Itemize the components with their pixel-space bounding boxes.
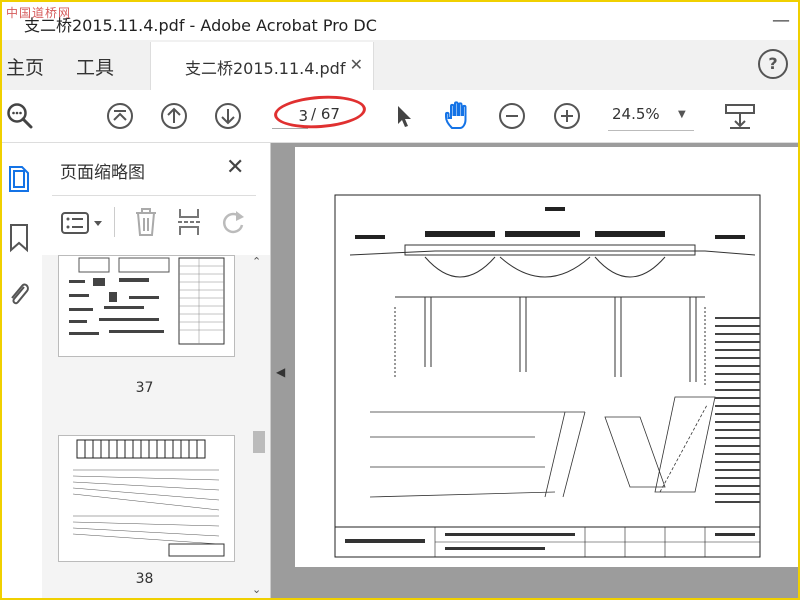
chevron-down-icon[interactable]: ▼ xyxy=(678,109,686,120)
zoom-in-icon[interactable] xyxy=(553,102,581,130)
hand-tool-icon[interactable] xyxy=(442,100,474,132)
thumbnail-page-38[interactable] xyxy=(58,435,235,562)
page-preview xyxy=(69,257,225,345)
navigation-rail xyxy=(2,143,43,598)
close-icon[interactable]: ✕ xyxy=(226,155,244,180)
thumbnail-scrollbar[interactable]: ⌃ ⌄ xyxy=(250,255,266,598)
collapse-panel-icon[interactable]: ◀ xyxy=(276,365,285,379)
tab-document[interactable]: 支二桥2015.11.4.pdf ✕ xyxy=(150,42,374,90)
attachment-icon[interactable] xyxy=(6,279,32,309)
next-page-icon[interactable] xyxy=(214,102,242,130)
zoom-underline xyxy=(608,130,694,131)
pdf-page xyxy=(295,147,800,567)
chevron-up-icon[interactable]: ⌃ xyxy=(252,255,261,268)
thumbnail-panel: 页面缩略图 ✕ 37 38 ⌃ ⌄ xyxy=(42,143,271,598)
tab-home[interactable]: 主页 xyxy=(6,53,44,80)
close-icon[interactable]: ✕ xyxy=(350,55,363,74)
divider xyxy=(52,195,256,196)
document-view[interactable]: ◀ xyxy=(271,143,800,598)
tab-tools[interactable]: 工具 xyxy=(76,53,114,80)
bookmark-icon[interactable] xyxy=(8,223,30,253)
window-title: 支二桥2015.11.4.pdf - Adobe Acrobat Pro DC xyxy=(24,16,377,35)
thumbnail-list: 37 38 ⌃ ⌄ xyxy=(42,255,270,598)
rotate-icon[interactable] xyxy=(220,209,246,235)
scrollbar-thumb[interactable] xyxy=(253,431,265,453)
scroll-mode-icon[interactable] xyxy=(724,102,756,130)
previous-page-icon[interactable] xyxy=(160,102,188,130)
page-preview xyxy=(72,439,225,557)
thumbnail-label: 38 xyxy=(135,571,154,587)
engineering-drawing xyxy=(334,194,761,558)
thumbnail-page-37[interactable] xyxy=(58,255,235,357)
trash-icon[interactable] xyxy=(134,207,158,237)
tab-document-label: 支二桥2015.11.4.pdf xyxy=(185,59,346,78)
panel-toolbar xyxy=(42,201,270,245)
search-icon[interactable] xyxy=(6,102,34,130)
select-cursor-icon[interactable] xyxy=(390,102,418,130)
insert-page-icon[interactable] xyxy=(176,207,202,237)
chevron-down-icon[interactable]: ⌄ xyxy=(252,583,261,596)
tab-bar: 主页 工具 支二桥2015.11.4.pdf ✕ ? xyxy=(2,40,798,90)
divider xyxy=(114,207,115,237)
options-menu-icon[interactable] xyxy=(60,211,106,235)
panel-title: 页面缩略图 xyxy=(60,163,145,183)
title-bar: 中国道桥网 支二桥2015.11.4.pdf - Adobe Acrobat P… xyxy=(2,2,798,40)
thumbnail-label: 37 xyxy=(135,380,154,396)
help-icon[interactable]: ? xyxy=(758,49,788,79)
zoom-level[interactable]: 24.5% xyxy=(612,105,660,123)
first-page-icon[interactable] xyxy=(106,102,134,130)
minimize-icon[interactable]: — xyxy=(772,10,790,31)
page-thumbnails-icon[interactable] xyxy=(6,165,32,195)
toolbar: 3 / 67 24.5% ▼ xyxy=(2,90,798,143)
zoom-out-icon[interactable] xyxy=(498,102,526,130)
